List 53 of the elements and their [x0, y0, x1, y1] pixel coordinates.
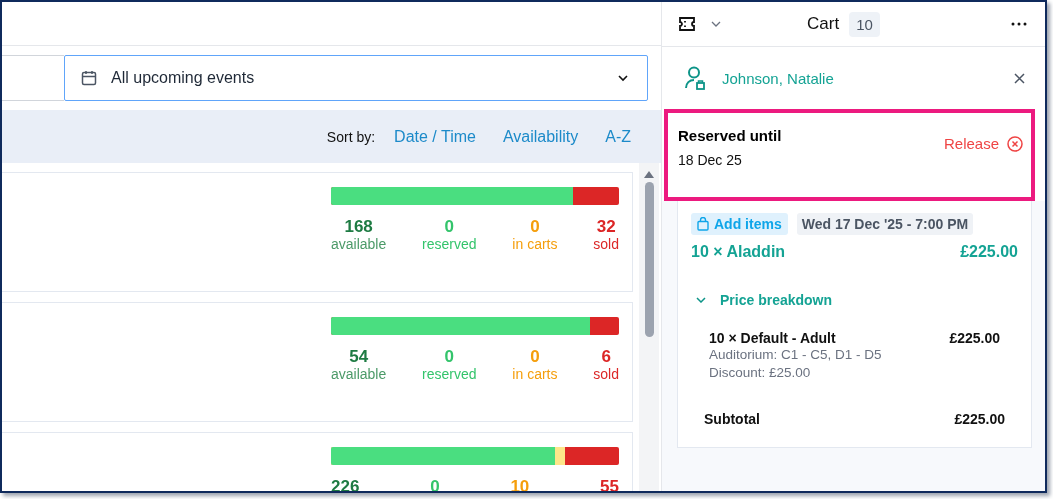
bag-icon [697, 217, 709, 231]
line-item-price: £225.00 [949, 330, 1000, 348]
stat-label: in carts [512, 366, 558, 382]
add-items-button[interactable]: Add items [691, 213, 788, 235]
calendar-icon [81, 70, 97, 86]
chevron-down-icon [617, 74, 629, 82]
stat-label: available [331, 236, 387, 252]
stat-value: 0 [530, 217, 540, 236]
customer-name[interactable]: Johnson, Natalie [722, 69, 998, 87]
line-item-name: 10 × Default - Adult [709, 330, 837, 346]
price-breakdown-toggle[interactable]: Price breakdown [691, 292, 833, 308]
line-item-detail: Discount: £25.00 [709, 364, 812, 382]
more-icon[interactable] [1011, 22, 1027, 26]
stat-value: 32 [596, 217, 616, 236]
ticket-icon[interactable] [679, 17, 695, 31]
sort-link[interactable]: Availability [502, 127, 579, 146]
close-icon[interactable] [1014, 72, 1025, 84]
event-card[interactable]: 54 available 0 reserved 0 in carts 6 sold [2, 302, 633, 422]
line-item-detail: Auditorium: C1 - C5, D1 - D5 [709, 346, 882, 364]
stat-value: 0 [444, 347, 455, 366]
release-button[interactable]: Release [943, 135, 1023, 152]
cart-title: Cart [807, 14, 840, 34]
stat-value: 54 [349, 347, 369, 366]
close-circle-icon [1007, 135, 1023, 152]
stat-value: 168 [344, 217, 373, 236]
event-filter-dropdown[interactable]: All upcoming events [64, 55, 648, 101]
scroll-up-icon[interactable] [644, 171, 654, 178]
stat-label: sold [593, 366, 619, 382]
scrollbar-thumb[interactable] [644, 182, 654, 337]
stat-label: available [331, 366, 387, 382]
reservation-title: Reserved until [678, 127, 782, 144]
stat-value: 0 [530, 347, 540, 366]
sort-label: Sort by: [326, 128, 376, 145]
event-date-tag: Wed 17 Dec '25 - 7:00 PM [796, 213, 974, 235]
sort-link[interactable]: A-Z [605, 127, 631, 146]
user-lock-icon [684, 66, 706, 90]
sort-link[interactable]: Date / Time [394, 127, 476, 146]
item-title[interactable]: 10 × Aladdin [691, 243, 786, 261]
event-card[interactable]: 168 available 0 reserved 0 in carts 32 sold [2, 172, 633, 292]
cart-count-badge: 10 [849, 11, 880, 37]
scrollbar[interactable] [639, 163, 659, 491]
search-field[interactable] [2, 55, 64, 101]
subtotal-label: Subtotal [704, 411, 760, 427]
stat-value: 0 [444, 217, 455, 236]
subtotal-value: £225.00 [954, 411, 1005, 427]
reservation-date: 18 Dec 25 [678, 152, 743, 168]
stat-label: reserved [422, 236, 477, 252]
stat-label: sold [593, 236, 619, 252]
stat-label: reserved [422, 366, 477, 382]
stat-label: in carts [512, 236, 558, 252]
item-total: £225.00 [960, 243, 1018, 261]
chevron-down-icon[interactable] [711, 21, 721, 27]
stat-value: 6 [601, 347, 611, 366]
